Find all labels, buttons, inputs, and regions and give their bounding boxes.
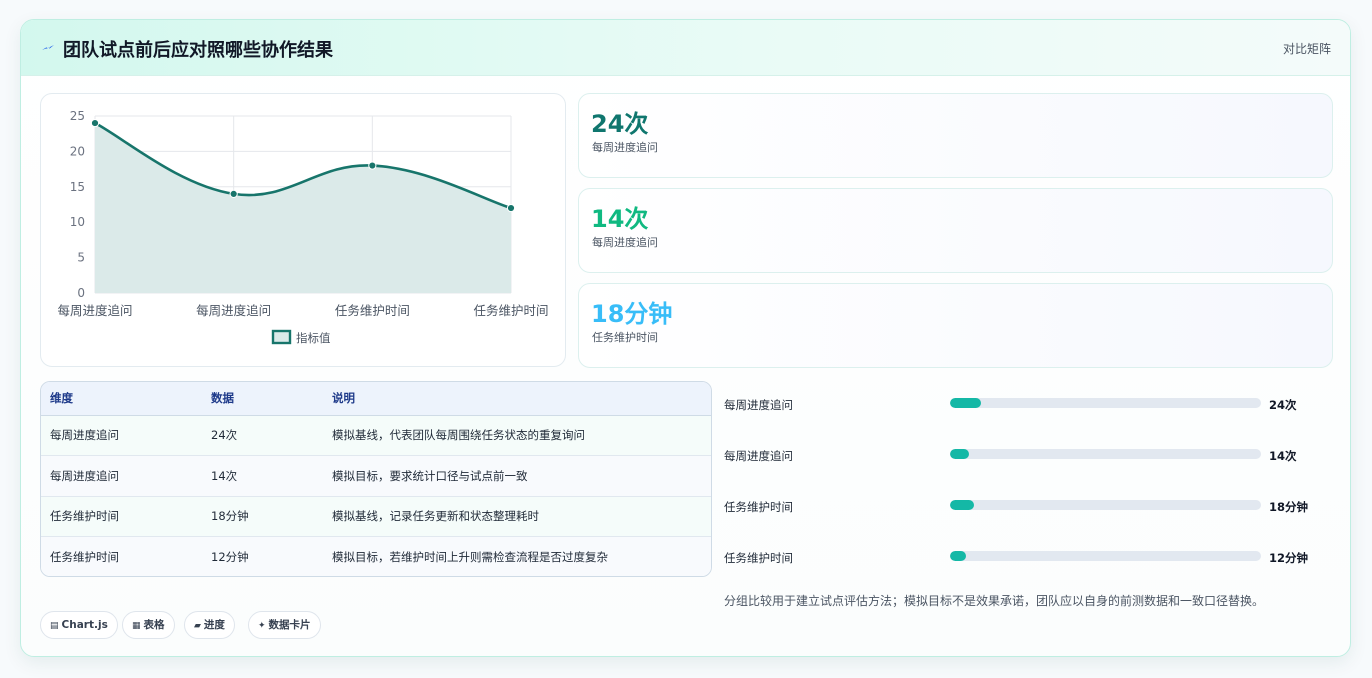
progress-row: 每周进度追问 14次	[724, 445, 1334, 465]
table-cell: 18分钟	[202, 496, 323, 537]
tag-data-card[interactable]: ✦ 数据卡片	[248, 611, 321, 639]
table-row: 任务维护时间 12分钟 模拟目标，若维护时间上升则需检查流程是否过度复杂	[41, 536, 711, 576]
progress-fill	[950, 551, 966, 561]
legend-swatch	[271, 329, 292, 345]
progress-track	[950, 500, 1261, 510]
x-tick-label: 每周进度追问	[196, 303, 271, 318]
data-point	[90, 118, 100, 128]
column-header: 维度	[41, 382, 202, 416]
table-icon: ▦	[132, 621, 141, 631]
y-tick-label: 15	[70, 180, 85, 194]
data-point	[506, 203, 516, 213]
stat-card-3: 18分钟 任务维护时间	[578, 283, 1333, 368]
line-chart: 0 5 10 15 20 25 每周进度追问 每周进度追问 任务维护时间 任务维护时间 指标值	[40, 93, 566, 367]
sparkle-icon	[42, 45, 54, 50]
progress-fill	[950, 500, 974, 510]
y-tick-label: 5	[77, 251, 85, 265]
x-tick-label: 任务维护时间	[473, 303, 548, 318]
column-header: 说明	[323, 382, 711, 416]
progress-track	[950, 398, 1261, 408]
card-icon: ✦	[258, 621, 266, 631]
x-tick-label: 每周进度追问	[57, 303, 132, 318]
table-cell: 任务维护时间	[50, 550, 119, 564]
progress-value: 12分钟	[1269, 551, 1309, 565]
table-row: 每周进度追问 14次 模拟目标，要求统计口径与试点前一致	[41, 455, 711, 497]
table-cell: 每周进度追问	[41, 415, 202, 456]
table-cell: 模拟目标，要求统计口径与试点前一致	[323, 455, 711, 497]
table-row: 每周进度追问 24次 模拟基线，代表团队每周围绕任务状态的重复询问	[41, 415, 711, 456]
progress-track	[950, 551, 1261, 561]
table-cell: 模拟基线，记录任务更新和状态整理耗时	[323, 496, 711, 537]
tag-progress[interactable]: ▰ 进度	[184, 611, 235, 639]
table-row: 任务维护时间 18分钟 模拟基线，记录任务更新和状态整理耗时	[41, 496, 711, 537]
stat-value: 18分钟	[591, 300, 673, 328]
stat-label: 每周进度追问	[592, 236, 658, 249]
progress-label: 每周进度追问	[724, 449, 793, 463]
compare-matrix-link[interactable]: 对比矩阵	[1283, 40, 1331, 57]
data-point	[368, 161, 377, 170]
stat-label: 任务维护时间	[592, 331, 658, 344]
data-point	[229, 189, 238, 198]
progress-value: 18分钟	[1269, 500, 1309, 514]
progress-label: 任务维护时间	[724, 500, 793, 514]
chart-icon: ▤	[50, 621, 59, 631]
stat-card-1: 24次 每周进度追问	[578, 93, 1333, 178]
y-tick-label: 10	[70, 215, 85, 229]
table-cell: 24次	[202, 415, 323, 456]
table-cell: 任务维护时间	[41, 496, 202, 537]
page-title: 团队试点前后应对照哪些协作结果	[63, 40, 333, 61]
progress-fill	[950, 398, 982, 408]
progress-value: 14次	[1269, 449, 1297, 463]
progress-label: 任务维护时间	[724, 551, 793, 565]
table-cell: 模拟目标，若维护时间上升则需检查流程是否过度复杂	[332, 550, 608, 564]
tag-table[interactable]: ▦ 表格	[122, 611, 175, 639]
progress-label: 每周进度追问	[724, 398, 793, 412]
progress-icon: ▰	[194, 621, 201, 631]
stat-card-2: 14次 每周进度追问	[578, 188, 1333, 273]
y-tick-label: 25	[70, 109, 85, 123]
tag-label: 进度	[203, 619, 225, 631]
progress-row: 任务维护时间 18分钟	[724, 496, 1334, 516]
x-tick-label: 任务维护时间	[335, 303, 410, 318]
panel-header: 团队试点前后应对照哪些协作结果 对比矩阵	[21, 20, 1350, 76]
chart-svg: 0510152025每周进度追问 每周进度追问 任务维护时间 任务维护时间指标值	[57, 109, 548, 345]
table-cell: 14次	[202, 455, 323, 497]
y-tick-label: 0	[77, 286, 85, 300]
table-cell: 每周进度追问	[41, 455, 202, 497]
tag-label: Chart.js	[61, 619, 108, 631]
stat-label: 每周进度追问	[592, 141, 658, 154]
table-header-row: 维度 数据 说明	[41, 382, 711, 416]
panel-card: 团队试点前后应对照哪些协作结果 对比矩阵 0 5 10 15 20 25 每周进度追问 每周进…	[20, 19, 1351, 657]
tag-label: 数据卡片	[268, 619, 311, 631]
data-table: 维度 数据 说明 每周进度追问 24次 模拟基线，代表团队每周围绕任务状态的重复…	[40, 381, 712, 577]
column-header: 数据	[202, 382, 323, 416]
y-tick-label: 20	[70, 144, 85, 158]
series-area	[95, 123, 511, 293]
footnote: 分组比较用于建立试点评估方法；模拟目标不是效果承诺，团队应以自身的前测数据和一致…	[724, 594, 1265, 608]
table-cell: 模拟基线，代表团队每周围绕任务状态的重复询问	[323, 415, 711, 456]
tag-label: 表格	[143, 619, 165, 631]
tag-chartjs[interactable]: ▤ Chart.js	[40, 611, 118, 639]
stat-value: 24次	[591, 110, 649, 138]
progress-track	[950, 449, 1261, 459]
progress-fill	[950, 449, 969, 459]
progress-value: 24次	[1269, 398, 1297, 412]
progress-row: 每周进度追问 24次	[724, 394, 1334, 414]
table-cell: 12分钟	[211, 550, 249, 564]
stat-value: 14次	[591, 205, 649, 233]
progress-row: 任务维护时间 12分钟	[724, 547, 1334, 567]
legend-label: 指标值	[296, 331, 331, 345]
